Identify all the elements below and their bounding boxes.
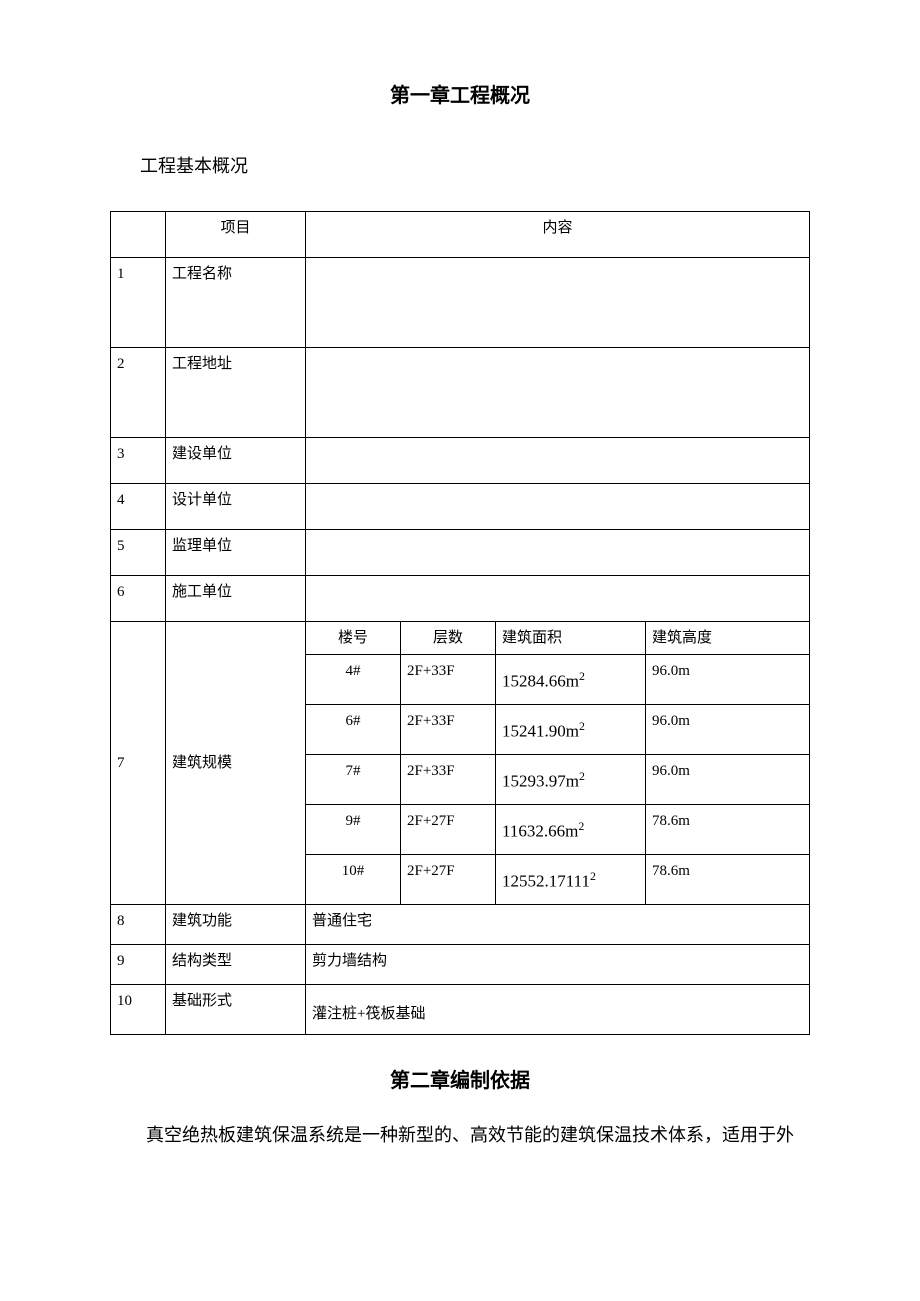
row-label: 工程名称	[166, 257, 306, 347]
row-label: 监理单位	[166, 529, 306, 575]
header-item: 项目	[166, 211, 306, 257]
scale-building: 10#	[306, 854, 401, 904]
scale-floors: 2F+33F	[401, 704, 496, 754]
area-sup: 2	[578, 819, 584, 833]
table-row: 3 建设单位	[111, 437, 810, 483]
scale-height: 96.0m	[646, 704, 810, 754]
row-label: 工程地址	[166, 347, 306, 437]
row-value	[306, 575, 810, 621]
scale-area: 15284.66m2	[496, 654, 646, 704]
scale-height: 96.0m	[646, 654, 810, 704]
scale-building: 7#	[306, 754, 401, 804]
row-num: 10	[111, 984, 166, 1034]
row-num: 7	[111, 621, 166, 904]
scale-building: 9#	[306, 804, 401, 854]
area-value: 12552.17111	[502, 871, 590, 890]
row-value	[306, 257, 810, 347]
row-value: 剪力墙结构	[306, 944, 810, 984]
row-value: 灌注桩+筏板基础	[306, 984, 810, 1034]
row-label: 建设单位	[166, 437, 306, 483]
table-header-row: 项目 内容	[111, 211, 810, 257]
scale-height: 96.0m	[646, 754, 810, 804]
table-row: 6 施工单位	[111, 575, 810, 621]
header-blank	[111, 211, 166, 257]
scale-height: 78.6m	[646, 804, 810, 854]
scale-col-height: 建筑高度	[646, 621, 810, 654]
row-label: 建筑功能	[166, 904, 306, 944]
row-num: 4	[111, 483, 166, 529]
scale-col-floors: 层数	[401, 621, 496, 654]
scale-floors: 2F+33F	[401, 754, 496, 804]
area-value: 11632.66m	[502, 821, 578, 840]
scale-floors: 2F+33F	[401, 654, 496, 704]
row-label: 结构类型	[166, 944, 306, 984]
row-label: 建筑规模	[166, 621, 306, 904]
row-num: 5	[111, 529, 166, 575]
scale-area: 11632.66m2	[496, 804, 646, 854]
row-num: 9	[111, 944, 166, 984]
row-label: 设计单位	[166, 483, 306, 529]
scale-height: 78.6m	[646, 854, 810, 904]
row-num: 3	[111, 437, 166, 483]
row-label: 施工单位	[166, 575, 306, 621]
table-row: 4 设计单位	[111, 483, 810, 529]
project-overview-table: 项目 内容 1 工程名称 2 工程地址 3 建设单位 4 设计单位 5 监理单位…	[110, 211, 810, 1035]
table-row: 1 工程名称	[111, 257, 810, 347]
row-value	[306, 437, 810, 483]
scale-header-row: 7 建筑规模 楼号 层数 建筑面积 建筑高度	[111, 621, 810, 654]
row-value: 普通住宅	[306, 904, 810, 944]
chapter-2-title: 第二章编制依据	[110, 1065, 810, 1097]
row-num: 6	[111, 575, 166, 621]
table-row: 2 工程地址	[111, 347, 810, 437]
scale-building: 4#	[306, 654, 401, 704]
row-value	[306, 483, 810, 529]
scale-area: 15293.97m2	[496, 754, 646, 804]
scale-floors: 2F+27F	[401, 854, 496, 904]
table-row: 10 基础形式 灌注桩+筏板基础	[111, 984, 810, 1034]
row-num: 1	[111, 257, 166, 347]
table-row: 8 建筑功能 普通住宅	[111, 904, 810, 944]
table-row: 5 监理单位	[111, 529, 810, 575]
area-sup: 2	[590, 869, 596, 883]
row-num: 2	[111, 347, 166, 437]
row-value	[306, 529, 810, 575]
table-row: 9 结构类型 剪力墙结构	[111, 944, 810, 984]
scale-col-area: 建筑面积	[496, 621, 646, 654]
body-paragraph: 真空绝热板建筑保温系统是一种新型的、高效节能的建筑保温技术体系，适用于外	[110, 1117, 810, 1153]
area-sup: 2	[579, 769, 585, 783]
header-content: 内容	[306, 211, 810, 257]
area-value: 15284.66m	[502, 671, 579, 690]
chapter-1-title: 第一章工程概况	[110, 80, 810, 112]
area-sup: 2	[579, 669, 585, 683]
row-value	[306, 347, 810, 437]
scale-area: 12552.171112	[496, 854, 646, 904]
row-label: 基础形式	[166, 984, 306, 1034]
area-value: 15241.90m	[502, 721, 579, 740]
area-value: 15293.97m	[502, 771, 579, 790]
section-subtitle: 工程基本概况	[140, 152, 810, 181]
area-sup: 2	[579, 719, 585, 733]
scale-floors: 2F+27F	[401, 804, 496, 854]
row-num: 8	[111, 904, 166, 944]
scale-building: 6#	[306, 704, 401, 754]
scale-area: 15241.90m2	[496, 704, 646, 754]
scale-col-building: 楼号	[306, 621, 401, 654]
